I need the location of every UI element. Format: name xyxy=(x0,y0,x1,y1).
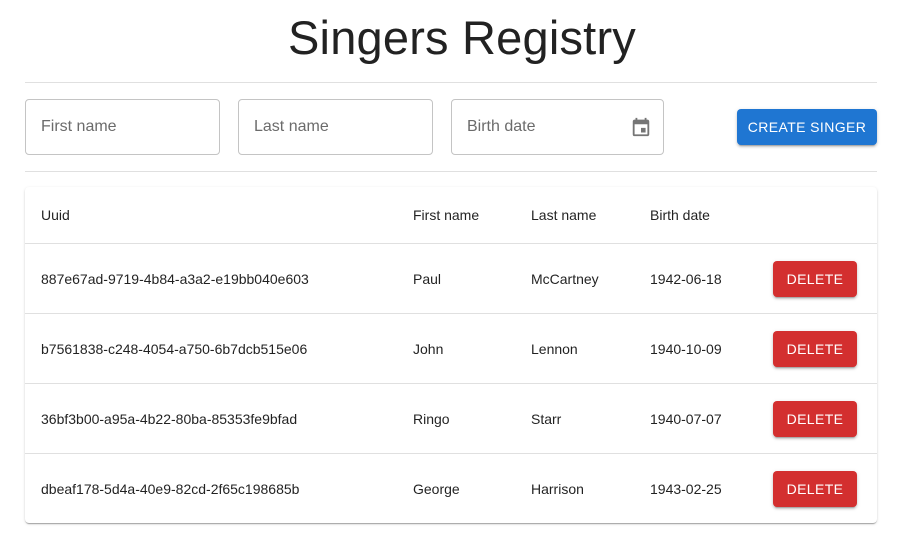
cell-first-name: John xyxy=(397,313,515,384)
header-actions xyxy=(757,187,877,244)
header-birth-date: Birth date xyxy=(634,187,757,244)
header-last-name: Last name xyxy=(515,187,634,244)
cell-last-name: McCartney xyxy=(515,243,634,314)
cell-birth-date: 1942-06-18 xyxy=(634,243,757,314)
birth-date-field[interactable] xyxy=(451,99,664,155)
cell-birth-date: 1940-10-09 xyxy=(634,313,757,384)
page: Singers Registry Create singer Uuid Firs… xyxy=(0,0,924,543)
table-row: 887e67ad-9719-4b84-a3a2-e19bb040e603 Pau… xyxy=(25,243,877,314)
page-title: Singers Registry xyxy=(288,11,636,64)
singers-table: Uuid First name Last name Birth date 887… xyxy=(25,187,877,523)
first-name-input[interactable] xyxy=(39,117,206,137)
delete-button[interactable]: Delete xyxy=(773,260,857,297)
cell-birth-date: 1940-07-07 xyxy=(634,383,757,454)
cell-last-name: Harrison xyxy=(531,480,584,497)
create-singer-button[interactable]: Create singer xyxy=(737,109,877,145)
delete-button[interactable]: Delete xyxy=(773,470,857,507)
table-row: dbeaf178-5d4a-40e9-82cd-2f65c198685b Geo… xyxy=(25,454,877,524)
cell-actions: Delete xyxy=(757,383,877,454)
last-name-input[interactable] xyxy=(252,117,419,137)
singers-table-card: Uuid First name Last name Birth date 887… xyxy=(25,187,877,523)
divider-top xyxy=(25,82,877,83)
cell-birth-date: 1943-02-25 xyxy=(650,480,722,497)
delete-button[interactable]: Delete xyxy=(773,400,857,437)
header-uuid: Uuid xyxy=(25,187,397,244)
divider-bottom xyxy=(25,171,877,172)
cell-uuid: b7561838-c248-4054-a750-6b7dcb515e06 xyxy=(25,313,397,384)
table-header-row: Uuid First name Last name Birth date xyxy=(25,187,877,244)
calendar-icon[interactable] xyxy=(630,116,652,138)
cell-uuid: 887e67ad-9719-4b84-a3a2-e19bb040e603 xyxy=(25,243,397,314)
last-name-field[interactable] xyxy=(238,99,433,155)
cell-uuid: 36bf3b00-a95a-4b22-80ba-85353fe9bfad xyxy=(25,383,397,454)
cell-last-name: Starr xyxy=(515,383,634,454)
first-name-field[interactable] xyxy=(25,99,220,155)
table-row: 36bf3b00-a95a-4b22-80ba-85353fe9bfad Rin… xyxy=(25,383,877,454)
cell-first-name: Ringo xyxy=(397,383,515,454)
birth-date-input[interactable] xyxy=(465,117,650,137)
cell-last-name: Lennon xyxy=(515,313,634,384)
cell-uuid: dbeaf178-5d4a-40e9-82cd-2f65c198685b xyxy=(41,480,300,497)
cell-actions: Delete xyxy=(757,454,877,524)
delete-button[interactable]: Delete xyxy=(773,330,857,367)
table-row: b7561838-c248-4054-a750-6b7dcb515e06 Joh… xyxy=(25,313,877,384)
cell-first-name: Paul xyxy=(397,243,515,314)
cell-actions: Delete xyxy=(757,313,877,384)
header-first-name: First name xyxy=(397,187,515,244)
cell-first-name: George xyxy=(413,480,460,497)
cell-actions: Delete xyxy=(757,243,877,314)
